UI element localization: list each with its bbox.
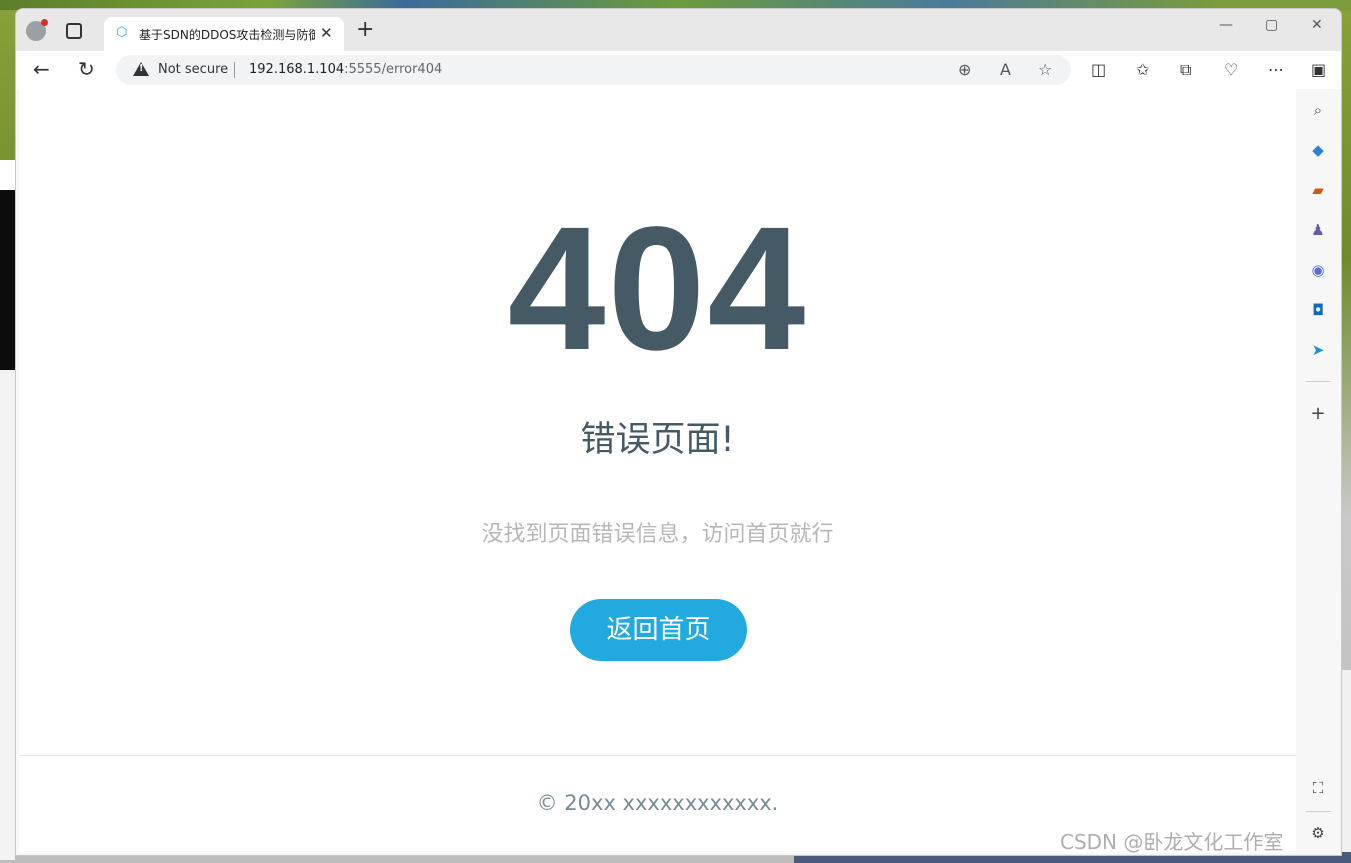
error-code: 404 <box>507 191 808 387</box>
warning-icon[interactable] <box>133 62 149 76</box>
csdn-watermark: CSDN @卧龙文化工作室 <box>1060 830 1284 854</box>
site-favicon-icon: ⬡ <box>116 25 128 40</box>
page-content: 404 错误页面! 没找到页面错误信息，访问首页就行 返回首页 © 20xx x… <box>19 89 1296 853</box>
read-aloud-icon[interactable]: A <box>1000 60 1011 79</box>
browser-sidebar: ⌕ ◆ ▰ ♟ ◉ ◘ ➤ + ⛶ ⚙ <box>1296 89 1341 855</box>
sidebar-m365-icon[interactable]: ◉ <box>1309 261 1327 279</box>
sidebar-shopping-icon[interactable]: ◆ <box>1309 141 1327 159</box>
address-divider <box>234 62 235 78</box>
minimize-button[interactable]: — <box>1219 17 1233 33</box>
sidebar-search-icon[interactable]: ⌕ <box>1309 101 1327 119</box>
sidebar-games-icon[interactable]: ♟ <box>1309 221 1327 239</box>
new-tab-button[interactable]: + <box>356 19 374 41</box>
title-bar: ⬡ 基于SDN的DDOS攻击检测与防御 ✕ + — ▢ ✕ <box>16 9 1341 51</box>
favorites-icon[interactable]: ✩ <box>1136 60 1149 79</box>
sidebar-send-icon[interactable]: ➤ <box>1309 341 1327 359</box>
security-label[interactable]: Not secure <box>158 62 228 77</box>
return-home-button[interactable]: 返回首页 <box>570 599 747 661</box>
profile-avatar[interactable] <box>26 19 48 41</box>
background-console <box>0 190 15 370</box>
screenshot-icon[interactable]: ⛶ <box>1309 779 1327 797</box>
address-bar[interactable]: Not secure 192.168.1.104:5555/error404 ⊕… <box>116 55 1071 85</box>
url-host: 192.168.1.104 <box>249 62 345 77</box>
sidebar-divider <box>1306 381 1331 382</box>
tab-title: 基于SDN的DDOS攻击检测与防御 <box>139 28 315 42</box>
active-tab[interactable]: ⬡ 基于SDN的DDOS攻击检测与防御 ✕ <box>104 17 344 51</box>
back-button[interactable]: ← <box>33 57 50 81</box>
sidebar-tools-icon[interactable]: ▰ <box>1309 181 1327 199</box>
sidebar-outlook-icon[interactable]: ◘ <box>1309 301 1327 319</box>
split-screen-icon[interactable]: ◫ <box>1091 60 1106 79</box>
close-window-button[interactable]: ✕ <box>1311 17 1323 33</box>
sidebar-divider-bottom <box>1306 811 1331 812</box>
error-description: 没找到页面错误信息，访问首页就行 <box>481 522 834 547</box>
browser-window: ⬡ 基于SDN的DDOS攻击检测与防御 ✕ + — ▢ ✕ ← ↻ Not se… <box>15 8 1342 856</box>
sidebar-toggle-icon[interactable]: ▣ <box>1311 60 1326 79</box>
maximize-button[interactable]: ▢ <box>1265 17 1278 33</box>
navigation-toolbar: ← ↻ Not secure 192.168.1.104:5555/error4… <box>16 51 1341 89</box>
background-window-fragment <box>0 160 15 190</box>
tab-actions-icon[interactable] <box>66 23 82 39</box>
sidebar-add-icon[interactable]: + <box>1309 405 1327 423</box>
collections-icon[interactable]: ⧉ <box>1180 60 1191 80</box>
performance-icon[interactable]: ♡ <box>1224 60 1238 79</box>
favorite-star-icon[interactable]: ☆ <box>1038 60 1052 79</box>
zoom-icon[interactable]: ⊕ <box>958 60 971 79</box>
footer-copyright: © 20xx xxxxxxxxxxxx. <box>536 791 779 815</box>
settings-gear-icon[interactable]: ⚙ <box>1309 824 1327 842</box>
tab-close-button[interactable]: ✕ <box>320 24 333 42</box>
more-options-icon[interactable]: ⋯ <box>1268 60 1284 79</box>
error-title: 错误页面! <box>580 420 735 460</box>
url-path: :5555/error404 <box>344 62 443 77</box>
footer-divider <box>19 755 1296 756</box>
refresh-button[interactable]: ↻ <box>78 57 95 81</box>
url-text[interactable]: 192.168.1.104:5555/error404 <box>249 62 442 77</box>
background-panel-left <box>0 370 15 860</box>
